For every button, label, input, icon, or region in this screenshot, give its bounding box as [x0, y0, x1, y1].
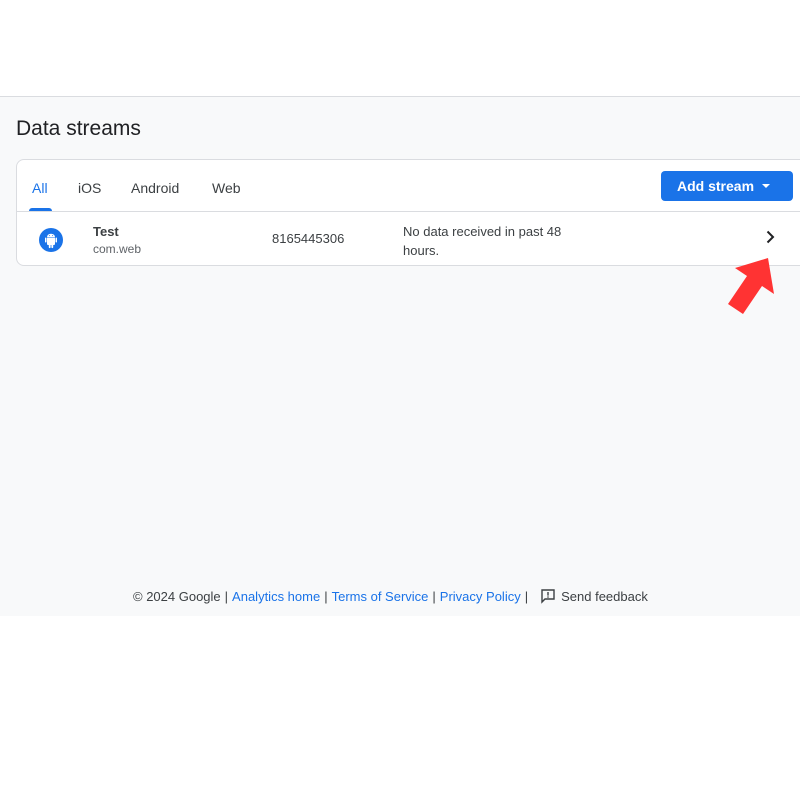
terms-of-service-link[interactable]: Terms of Service: [332, 589, 429, 604]
feedback-icon[interactable]: [540, 588, 556, 604]
separator: |: [432, 588, 436, 604]
chevron-right-icon[interactable]: [762, 229, 778, 245]
streams-card: All iOS Android Web Add stream Test com.…: [16, 159, 800, 266]
privacy-policy-link[interactable]: Privacy Policy: [440, 589, 521, 604]
android-icon: [39, 228, 63, 252]
separator: |: [324, 588, 328, 604]
tab-all[interactable]: All: [32, 180, 48, 196]
add-stream-button[interactable]: Add stream: [661, 171, 793, 201]
red-arrow-annotation: [728, 258, 774, 314]
stream-status: No data received in past 48 hours.: [403, 224, 562, 258]
stream-id: 8165445306: [272, 231, 345, 246]
tab-web[interactable]: Web: [212, 180, 241, 196]
send-feedback-link[interactable]: Send feedback: [561, 589, 648, 604]
stream-row[interactable]: Test com.web 8165445306 No data received…: [17, 213, 800, 266]
analytics-home-link[interactable]: Analytics home: [232, 589, 320, 604]
page-title: Data streams: [16, 117, 141, 140]
tab-android[interactable]: Android: [131, 180, 179, 196]
active-tab-indicator: [29, 208, 52, 211]
stream-package: com.web: [93, 242, 142, 256]
copyright: © 2024 Google: [133, 588, 221, 604]
stream-tabs: All iOS Android Web Add stream: [17, 160, 800, 212]
footer: © 2024 Google | Analytics home | Terms o…: [0, 588, 800, 604]
separator: |: [224, 588, 229, 604]
tab-ios[interactable]: iOS: [78, 180, 101, 196]
caret-down-icon: [762, 184, 770, 188]
add-stream-label: Add stream: [677, 178, 755, 194]
data-streams-page: Data streams All iOS Android Web Add str…: [0, 96, 800, 616]
separator: |: [524, 588, 529, 604]
stream-name: Test: [93, 224, 119, 239]
